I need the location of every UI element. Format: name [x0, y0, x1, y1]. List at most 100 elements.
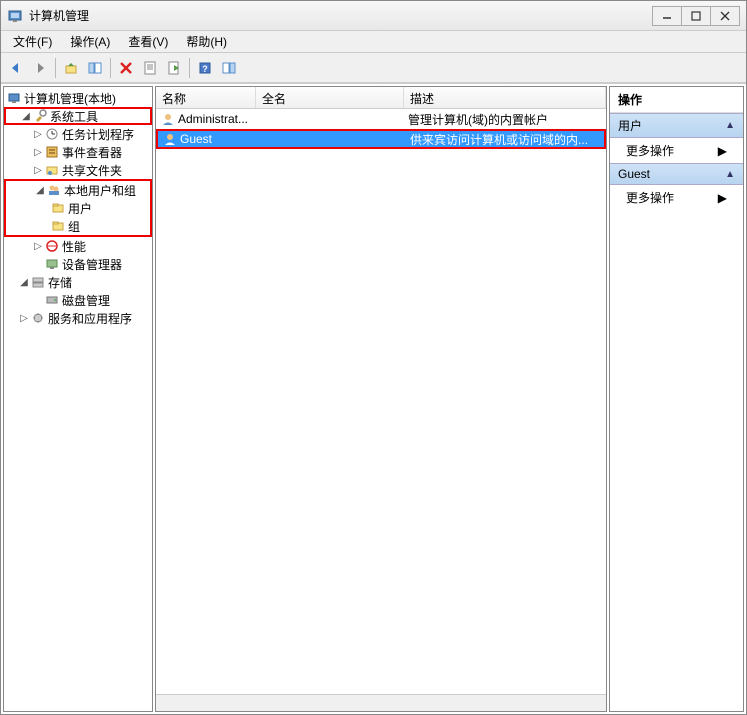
collapse-icon[interactable]: ◢	[20, 111, 32, 122]
performance-icon	[44, 238, 60, 254]
help-button[interactable]: ?	[194, 57, 216, 79]
actions-more-users[interactable]: 更多操作 ▶	[610, 138, 743, 163]
collapse-icon: ▲	[725, 169, 735, 180]
menu-view[interactable]: 查看(V)	[120, 31, 176, 52]
tree-disk-management[interactable]: 磁盘管理	[4, 291, 152, 309]
submenu-icon: ▶	[718, 191, 727, 205]
clock-icon	[44, 126, 60, 142]
col-name[interactable]: 名称	[156, 87, 256, 108]
expand-icon[interactable]: ▷	[18, 313, 30, 324]
actions-panel: 操作 用户 ▲ 更多操作 ▶ Guest ▲ 更多操作 ▶	[609, 86, 744, 712]
storage-icon	[30, 274, 46, 290]
tree-device-manager[interactable]: 设备管理器	[4, 255, 152, 273]
tree-label: 共享文件夹	[62, 162, 122, 179]
tree-task-scheduler[interactable]: ▷ 任务计划程序	[4, 125, 152, 143]
col-description[interactable]: 描述	[404, 87, 606, 108]
list-rows[interactable]: Administrat... 管理计算机(域)的内置帐户 Guest 供来宾访问…	[156, 109, 606, 694]
collapse-icon[interactable]: ◢	[18, 277, 30, 288]
window-title: 计算机管理	[29, 7, 653, 24]
tree-panel[interactable]: 计算机管理(本地) ◢ 系统工具 ▷ 任务计划程序 ▷ 事件查看器 ▷ 共享文件…	[3, 86, 153, 712]
tree-system-tools[interactable]: ◢ 系统工具	[4, 107, 152, 125]
up-button[interactable]	[60, 57, 82, 79]
tools-icon	[32, 108, 48, 124]
properties-button[interactable]	[139, 57, 161, 79]
delete-button[interactable]	[115, 57, 137, 79]
collapse-icon[interactable]: ◢	[34, 185, 46, 196]
tree-label: 事件查看器	[62, 144, 122, 161]
disk-icon	[44, 292, 60, 308]
tree-services-apps[interactable]: ▷ 服务和应用程序	[4, 309, 152, 327]
menu-help[interactable]: 帮助(H)	[178, 31, 235, 52]
tree-label: 存储	[48, 274, 72, 291]
tree-users[interactable]: 用户	[6, 199, 150, 217]
cell-name: Administrat...	[178, 112, 248, 126]
services-icon	[30, 310, 46, 326]
expand-icon[interactable]: ▷	[32, 165, 44, 176]
body-area: 计算机管理(本地) ◢ 系统工具 ▷ 任务计划程序 ▷ 事件查看器 ▷ 共享文件…	[1, 83, 746, 714]
cell-description: 管理计算机(域)的内置帐户	[404, 111, 606, 128]
list-panel: 名称 全名 描述 Administrat... 管理计算机(域)的内置帐户 G	[155, 86, 607, 712]
tree-label: 任务计划程序	[62, 126, 134, 143]
separator	[55, 58, 56, 78]
menu-file[interactable]: 文件(F)	[5, 31, 60, 52]
menubar: 文件(F) 操作(A) 查看(V) 帮助(H)	[1, 31, 746, 53]
actions-section-users[interactable]: 用户 ▲	[610, 113, 743, 138]
show-hide-tree-button[interactable]	[84, 57, 106, 79]
tree-root[interactable]: 计算机管理(本地)	[4, 89, 152, 107]
tree-event-viewer[interactable]: ▷ 事件查看器	[4, 143, 152, 161]
svg-text:?: ?	[202, 64, 208, 74]
actions-title: 操作	[610, 87, 743, 113]
user-icon	[162, 131, 178, 147]
toolbar: ?	[1, 53, 746, 83]
tree-local-users-groups[interactable]: ◢ 本地用户和组	[6, 181, 150, 199]
tree-storage[interactable]: ◢ 存储	[4, 273, 152, 291]
app-icon	[7, 8, 23, 24]
show-hide-action-button[interactable]	[218, 57, 240, 79]
col-fullname[interactable]: 全名	[256, 87, 404, 108]
tree-shared-folders[interactable]: ▷ 共享文件夹	[4, 161, 152, 179]
tree-groups[interactable]: 组	[6, 217, 150, 235]
device-icon	[44, 256, 60, 272]
item-label: 更多操作	[626, 142, 674, 159]
cell-name: Guest	[180, 132, 212, 146]
share-icon	[44, 162, 60, 178]
tree-label: 系统工具	[50, 108, 98, 125]
user-icon	[160, 111, 176, 127]
list-row-administrator[interactable]: Administrat... 管理计算机(域)的内置帐户	[156, 109, 606, 129]
menu-action[interactable]: 操作(A)	[62, 31, 118, 52]
tree-label: 服务和应用程序	[48, 310, 132, 327]
tree-root-label: 计算机管理(本地)	[24, 90, 116, 107]
cell-description: 供来宾访问计算机或访问域的内...	[406, 131, 604, 148]
export-button[interactable]	[163, 57, 185, 79]
horizontal-scrollbar[interactable]	[156, 694, 606, 711]
separator	[189, 58, 190, 78]
collapse-icon: ▲	[725, 120, 735, 131]
folder-icon	[50, 200, 66, 216]
tree-label: 组	[68, 218, 80, 235]
actions-section-guest[interactable]: Guest ▲	[610, 163, 743, 185]
tree-label: 设备管理器	[62, 256, 122, 273]
expand-icon[interactable]: ▷	[32, 147, 44, 158]
expand-icon[interactable]: ▷	[32, 129, 44, 140]
computer-icon	[6, 90, 22, 106]
actions-more-guest[interactable]: 更多操作 ▶	[610, 185, 743, 210]
back-button[interactable]	[5, 57, 27, 79]
item-label: 更多操作	[626, 189, 674, 206]
tree-performance[interactable]: ▷ 性能	[4, 237, 152, 255]
list-header: 名称 全名 描述	[156, 87, 606, 109]
forward-button[interactable]	[29, 57, 51, 79]
titlebar: 计算机管理	[1, 1, 746, 31]
users-icon	[46, 182, 62, 198]
tree-label: 磁盘管理	[62, 292, 110, 309]
tree-label: 本地用户和组	[64, 182, 136, 199]
close-button[interactable]	[710, 6, 740, 26]
separator	[110, 58, 111, 78]
maximize-button[interactable]	[681, 6, 711, 26]
minimize-button[interactable]	[652, 6, 682, 26]
expand-icon[interactable]: ▷	[32, 241, 44, 252]
event-icon	[44, 144, 60, 160]
section-label: 用户	[618, 117, 642, 134]
list-row-guest[interactable]: Guest 供来宾访问计算机或访问域的内...	[156, 129, 606, 149]
folder-icon	[50, 218, 66, 234]
tree-label: 用户	[68, 200, 92, 217]
